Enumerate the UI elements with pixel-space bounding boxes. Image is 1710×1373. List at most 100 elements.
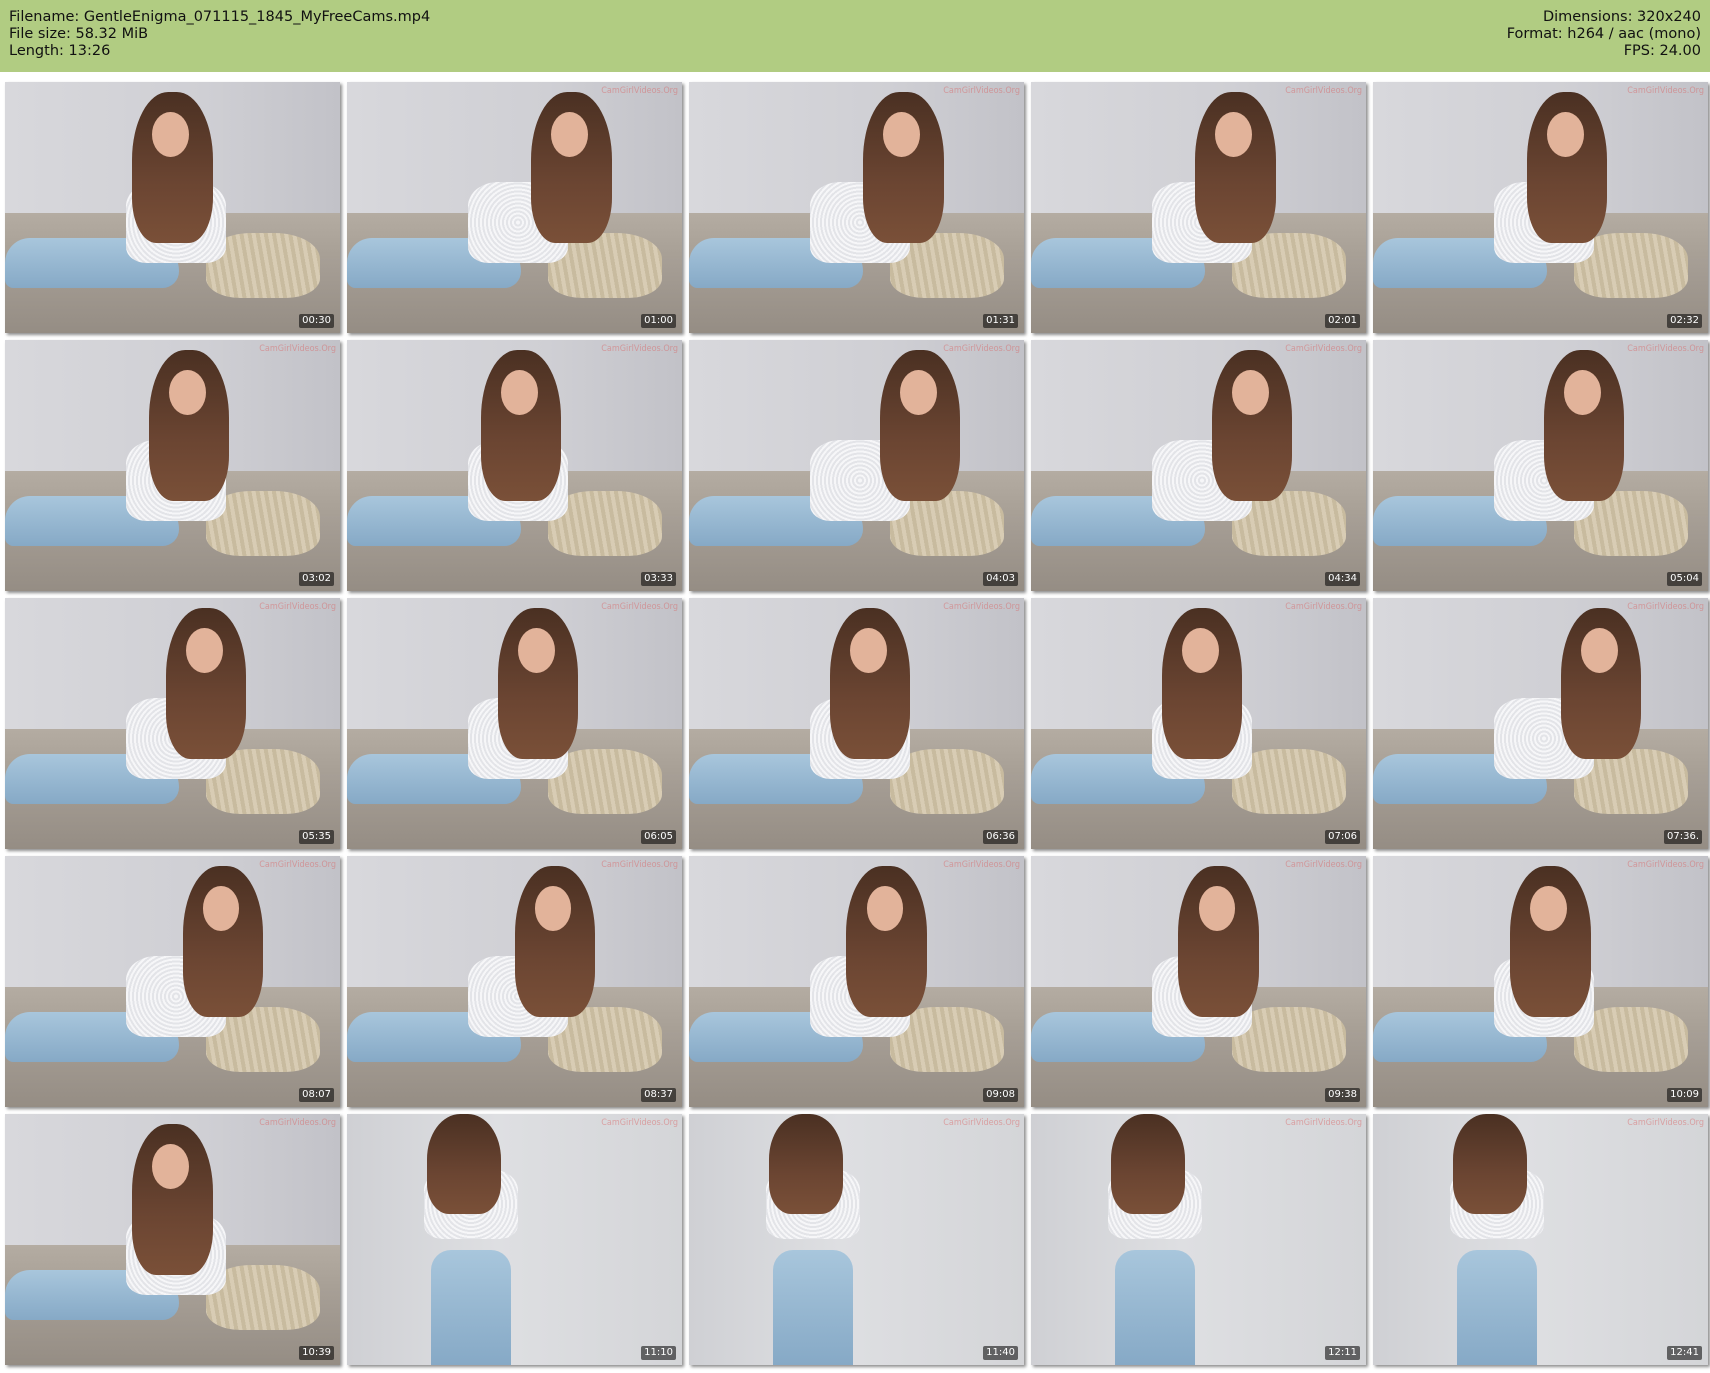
watermark-text: CamGirlVideos.Org <box>601 860 678 870</box>
video-thumbnail[interactable]: CamGirlVideos.Org 04:34 <box>1031 340 1366 591</box>
video-thumbnail[interactable]: CamGirlVideos.Org 11:10 <box>347 1114 682 1365</box>
figure-face-shape <box>1181 628 1219 674</box>
figure-face-shape <box>900 370 937 416</box>
timestamp-label: 00:30 <box>299 314 334 328</box>
fps-text: FPS: 24.00 <box>1623 43 1701 59</box>
figure-jeans-shape <box>772 1249 854 1365</box>
timestamp-label: 10:39 <box>299 1346 334 1360</box>
figure-face-shape <box>849 628 887 674</box>
watermark-text: CamGirlVideos.Org <box>943 344 1020 354</box>
thumbnail-image <box>689 1114 1024 1365</box>
video-thumbnail[interactable]: CamGirlVideos.Org 05:35 <box>5 598 340 849</box>
timestamp-label: 03:33 <box>641 572 676 586</box>
watermark-text: CamGirlVideos.Org <box>1285 602 1362 612</box>
file-info-right: Dimensions: 320x240 Format: h264 / aac (… <box>1507 9 1701 60</box>
watermark-text: CamGirlVideos.Org <box>259 344 336 354</box>
video-thumbnail[interactable]: CamGirlVideos.Org 07:06 <box>1031 598 1366 849</box>
watermark-text: CamGirlVideos.Org <box>943 86 1020 96</box>
timestamp-label: 02:01 <box>1325 314 1360 328</box>
timestamp-label: 04:03 <box>983 572 1018 586</box>
thumbnail-image <box>1373 1114 1708 1365</box>
video-thumbnail[interactable]: CamGirlVideos.Org 11:40 <box>689 1114 1024 1365</box>
timestamp-label: 10:09 <box>1667 1088 1702 1102</box>
watermark-text: CamGirlVideos.Org <box>943 1118 1020 1128</box>
watermark-text: CamGirlVideos.Org <box>943 602 1020 612</box>
video-thumbnail[interactable]: CamGirlVideos.Org 07:36. <box>1373 598 1708 849</box>
info-header: Filename: GentleEnigma_071115_1845_MyFre… <box>0 0 1710 72</box>
video-thumbnail[interactable]: CamGirlVideos.Org 02:01 <box>1031 82 1366 333</box>
timestamp-label: 09:08 <box>983 1088 1018 1102</box>
thumbnail-grid: 00:30 CamGirlVideos.Org 01:00 CamGirlVideos… <box>5 82 1708 1365</box>
thumbnail-image <box>1031 1114 1366 1365</box>
watermark-text: CamGirlVideos.Org <box>1627 602 1704 612</box>
figure-face-shape <box>501 370 538 416</box>
filesize-text: File size: 58.32 MiB <box>9 26 149 42</box>
watermark-text: CamGirlVideos.Org <box>259 1118 336 1128</box>
timestamp-label: 07:06 <box>1325 830 1360 844</box>
figure-hair-shape <box>1453 1114 1528 1215</box>
figure-face-shape <box>1580 628 1618 674</box>
video-thumbnail[interactable]: CamGirlVideos.Org 05:04 <box>1373 340 1708 591</box>
figure-jeans-shape <box>1114 1249 1196 1365</box>
timestamp-label: 09:38 <box>1325 1088 1360 1102</box>
timestamp-label: 11:10 <box>641 1346 676 1360</box>
video-thumbnail[interactable]: CamGirlVideos.Org 06:05 <box>347 598 682 849</box>
figure-hair-shape <box>427 1114 502 1215</box>
figure-face-shape <box>185 628 223 674</box>
timestamp-label: 12:11 <box>1325 1346 1360 1360</box>
figure-hair-shape <box>1111 1114 1186 1215</box>
timestamp-label: 04:34 <box>1325 572 1360 586</box>
watermark-text: CamGirlVideos.Org <box>259 602 336 612</box>
watermark-text: CamGirlVideos.Org <box>1627 344 1704 354</box>
timestamp-label: 07:36. <box>1664 830 1702 844</box>
video-thumbnail[interactable]: CamGirlVideos.Org 01:00 <box>347 82 682 333</box>
watermark-text: CamGirlVideos.Org <box>1627 86 1704 96</box>
watermark-text: CamGirlVideos.Org <box>601 86 678 96</box>
timestamp-label: 12:41 <box>1667 1346 1702 1360</box>
timestamp-label: 06:36 <box>983 830 1018 844</box>
figure-jeans-shape <box>1456 1249 1538 1365</box>
video-thumbnail[interactable]: CamGirlVideos.Org 09:08 <box>689 856 1024 1107</box>
video-thumbnail[interactable]: CamGirlVideos.Org 06:36 <box>689 598 1024 849</box>
video-thumbnail[interactable]: CamGirlVideos.Org 09:38 <box>1031 856 1366 1107</box>
video-thumbnail[interactable]: CamGirlVideos.Org 04:03 <box>689 340 1024 591</box>
watermark-text: CamGirlVideos.Org <box>259 860 336 870</box>
watermark-text: CamGirlVideos.Org <box>601 344 678 354</box>
video-thumbnail[interactable]: CamGirlVideos.Org 01:31 <box>689 82 1024 333</box>
video-thumbnail[interactable]: CamGirlVideos.Org 12:41 <box>1373 1114 1708 1365</box>
figure-face-shape <box>1547 112 1585 158</box>
video-thumbnail[interactable]: CamGirlVideos.Org 10:39 <box>5 1114 340 1365</box>
video-thumbnail[interactable]: 00:30 <box>5 82 340 333</box>
watermark-text: CamGirlVideos.Org <box>1285 86 1362 96</box>
watermark-text: CamGirlVideos.Org <box>601 1118 678 1128</box>
watermark-text: CamGirlVideos.Org <box>943 860 1020 870</box>
figure-face-shape <box>517 628 555 674</box>
watermark-text: CamGirlVideos.Org <box>1285 860 1362 870</box>
video-thumbnail[interactable]: CamGirlVideos.Org 02:32 <box>1373 82 1708 333</box>
video-thumbnail[interactable]: CamGirlVideos.Org 10:09 <box>1373 856 1708 1107</box>
filename-text: Filename: GentleEnigma_071115_1845_MyFre… <box>9 9 431 25</box>
timestamp-label: 01:00 <box>641 314 676 328</box>
timestamp-label: 06:05 <box>641 830 676 844</box>
length-text: Length: 13:26 <box>9 43 111 59</box>
thumbnail-image <box>347 1114 682 1365</box>
video-thumbnail[interactable]: CamGirlVideos.Org 12:11 <box>1031 1114 1366 1365</box>
dimensions-text: Dimensions: 320x240 <box>1542 9 1701 25</box>
video-thumbnail[interactable]: CamGirlVideos.Org 08:37 <box>347 856 682 1107</box>
timestamp-label: 05:04 <box>1667 572 1702 586</box>
video-thumbnail[interactable]: CamGirlVideos.Org 03:02 <box>5 340 340 591</box>
timestamp-label: 01:31 <box>983 314 1018 328</box>
video-thumbnail[interactable]: CamGirlVideos.Org 08:07 <box>5 856 340 1107</box>
timestamp-label: 02:32 <box>1667 314 1702 328</box>
timestamp-label: 08:07 <box>299 1088 334 1102</box>
figure-face-shape <box>1563 370 1601 416</box>
watermark-text: CamGirlVideos.Org <box>1627 1118 1704 1128</box>
timestamp-label: 11:40 <box>983 1346 1018 1360</box>
file-info-left: Filename: GentleEnigma_071115_1845_MyFre… <box>9 9 430 60</box>
watermark-text: CamGirlVideos.Org <box>1285 1118 1362 1128</box>
format-text: Format: h264 / aac (mono) <box>1506 26 1701 42</box>
figure-face-shape <box>169 370 206 416</box>
watermark-text: CamGirlVideos.Org <box>601 602 678 612</box>
video-thumbnail[interactable]: CamGirlVideos.Org 03:33 <box>347 340 682 591</box>
figure-face-shape <box>1232 370 1269 416</box>
